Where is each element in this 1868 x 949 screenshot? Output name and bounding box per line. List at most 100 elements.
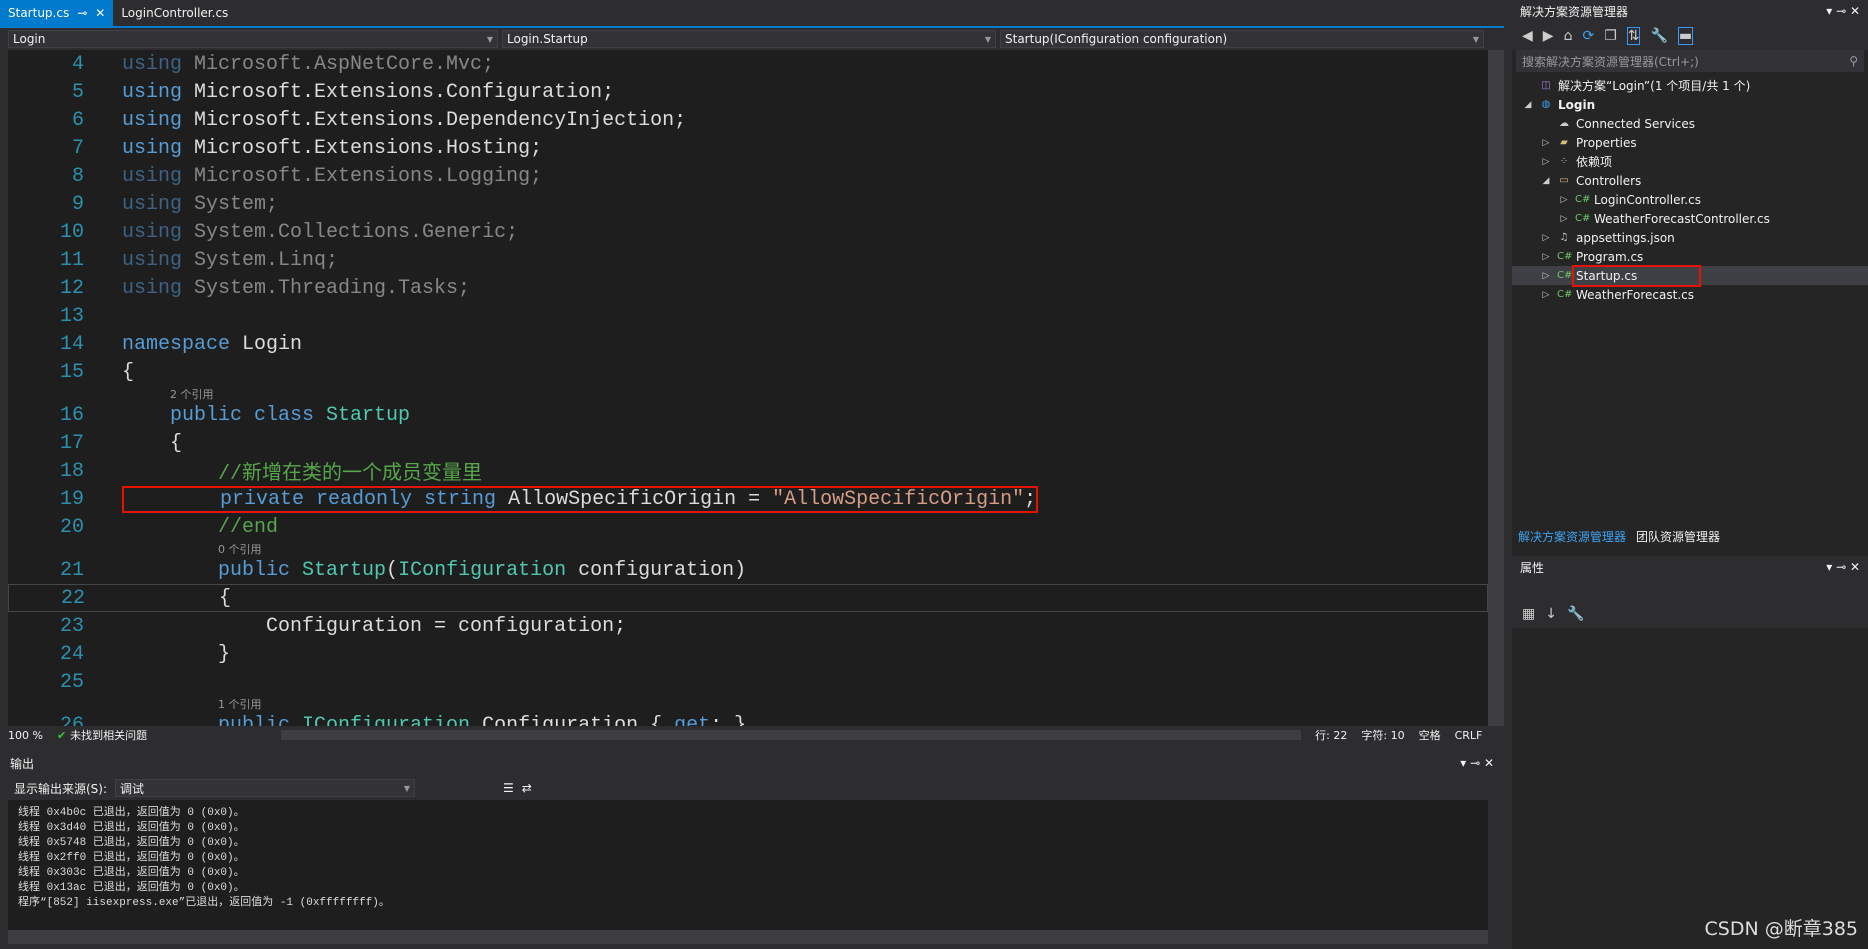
issues-status[interactable]: 未找到相关问题: [70, 727, 147, 743]
panel-tabs: 解决方案资源管理器 团队资源管理器: [1512, 526, 1868, 546]
collapse-all-icon[interactable]: ❐: [1604, 28, 1617, 44]
output-horizontal-scrollbar[interactable]: [8, 930, 1488, 944]
categorized-icon[interactable]: ▦: [1522, 606, 1535, 622]
tree-item[interactable]: ▷ ⁘ 依赖项: [1512, 152, 1868, 171]
navigation-bar: Login ▼ Login.Startup ▼ Startup(IConfigura…: [0, 28, 1504, 50]
expander-icon[interactable]: ◢: [1540, 176, 1552, 186]
member-dropdown[interactable]: Startup(IConfiguration configuration) ▼: [1000, 30, 1484, 48]
output-source-dropdown[interactable]: 调试 ▼: [115, 779, 416, 797]
expander-icon[interactable]: ▷: [1540, 138, 1552, 148]
tree-item[interactable]: ▷ C# WeatherForecastController.cs: [1512, 209, 1868, 228]
code-line: 7 using Microsoft.Extensions.Hosting;: [8, 134, 1488, 162]
expander-icon[interactable]: ▷: [1540, 271, 1552, 281]
expander-icon[interactable]: ▷: [1540, 290, 1552, 300]
line-number: 23: [59, 614, 84, 638]
code-token: //end: [122, 515, 279, 539]
close-icon[interactable]: ▾ ⊸ ✕: [1826, 4, 1860, 18]
tree-item[interactable]: ◢ ◍ Login: [1512, 95, 1868, 114]
code-text: {: [122, 432, 182, 455]
solution-tree: ◫ 解决方案“Login”(1 个项目/共 1 个) ◢ ◍ Login ☁ Connect…: [1512, 72, 1868, 304]
solution-search-input[interactable]: 搜索解决方案资源管理器(Ctrl+;) ⚲: [1516, 50, 1864, 72]
codelens-link[interactable]: 1 个引用: [218, 696, 262, 712]
expander-icon[interactable]: ▷: [1558, 214, 1570, 224]
expander-icon[interactable]: ▷: [1540, 233, 1552, 243]
code-text: namespace Login: [122, 333, 302, 356]
tab-team-explorer[interactable]: 团队资源管理器: [1636, 528, 1720, 545]
close-icon[interactable]: ✕: [95, 6, 105, 20]
code-line: 12 using System.Threading.Tasks;: [8, 274, 1488, 302]
expander-icon[interactable]: ▷: [1558, 195, 1570, 205]
home-icon[interactable]: ⌂: [1564, 28, 1573, 44]
output-text[interactable]: 线程 0x4b0c 已退出，返回值为 0 (0x0)。 线程 0x3d40 已退出…: [8, 800, 1488, 930]
code-text: {: [123, 587, 231, 610]
line-number: 11: [59, 248, 84, 272]
watermark: CSDN @断章385: [1704, 918, 1858, 940]
output-line: 线程 0x303c 已退出，返回值为 0 (0x0)。: [18, 867, 245, 879]
close-icon[interactable]: ▾ ⊸ ✕: [1826, 560, 1860, 574]
properties-dropdown[interactable]: [1512, 578, 1868, 600]
code-text: using System.Collections.Generic;: [122, 221, 518, 244]
codelens-references: 0 个引用: [8, 541, 1488, 556]
solution-explorer-toolbar: ◀ ▶ ⌂ ⟳ ❐ ⇅ 🔧 ▬: [1512, 22, 1868, 50]
output-line: 线程 0x4b0c 已退出，返回值为 0 (0x0)。: [18, 807, 245, 819]
indent-indicator: 空格: [1418, 729, 1441, 742]
code-text: using System.Linq;: [122, 249, 338, 272]
word-wrap-icon[interactable]: ⇄: [522, 781, 532, 795]
code-token: ; }: [710, 713, 747, 727]
code-text: //end: [122, 516, 278, 539]
editor-vertical-scrollbar[interactable]: [1488, 50, 1504, 726]
code-token: AllowSpecificOrigin =: [508, 487, 773, 511]
class-dropdown[interactable]: Login.Startup ▼: [502, 30, 996, 48]
code-editor[interactable]: 4 using Microsoft.AspNetCore.Mvc; 5 using M…: [8, 50, 1488, 726]
tab-startup-cs[interactable]: Startup.cs ⊸ ✕: [0, 0, 114, 26]
code-token: public class: [122, 403, 327, 427]
tree-item[interactable]: ▷ ▰ Properties: [1512, 133, 1868, 152]
clear-all-icon[interactable]: ☰: [503, 781, 514, 795]
line-number: 12: [59, 276, 84, 300]
code-line: 4 using Microsoft.AspNetCore.Mvc;: [8, 50, 1488, 78]
line-number: 14: [59, 332, 84, 356]
codelens-link[interactable]: 0 个引用: [218, 541, 262, 557]
tab-login-controller-cs[interactable]: LoginController.cs: [113, 0, 236, 26]
tree-item[interactable]: ▷ C# Startup.cs: [1512, 264, 1868, 287]
csharp-file-icon: C#: [1557, 251, 1573, 262]
connected-services-icon: ☁: [1559, 118, 1569, 129]
close-icon[interactable]: ▾ ⊸ ✕: [1460, 756, 1494, 770]
code-token: System.Threading.Tasks;: [194, 276, 471, 300]
sync-icon[interactable]: ⇅: [1626, 27, 1641, 45]
pin-icon[interactable]: ⊸: [77, 6, 87, 20]
code-line: 5 using Microsoft.Extensions.Configuratio…: [8, 78, 1488, 106]
line-indicator: 行: 22: [1315, 729, 1348, 742]
editor-horizontal-scrollbar[interactable]: [281, 730, 1302, 740]
refresh-icon[interactable]: ⟳: [1582, 28, 1594, 44]
property-pages-icon[interactable]: 🔧: [1567, 606, 1584, 622]
tree-item[interactable]: ◫ 解决方案“Login”(1 个项目/共 1 个): [1512, 76, 1868, 95]
codelens-link[interactable]: 2 个引用: [170, 386, 214, 402]
editor-status-bar: 100 % ✔ 未找到相关问题 行: 22 字符: 10 空格 CRLF: [0, 726, 1504, 744]
tab-solution-explorer[interactable]: 解决方案资源管理器: [1518, 528, 1626, 545]
tree-item[interactable]: ▷ C# Program.cs: [1512, 247, 1868, 266]
line-number: 8: [71, 164, 84, 188]
alphabetical-icon[interactable]: ↓: [1545, 606, 1557, 622]
tree-item[interactable]: ◢ ▭ Controllers: [1512, 171, 1868, 190]
expander-icon[interactable]: ▷: [1540, 252, 1552, 262]
expander-icon[interactable]: ▷: [1540, 157, 1552, 167]
forward-icon[interactable]: ▶: [1543, 28, 1554, 44]
dependencies-icon: ⁘: [1559, 156, 1569, 167]
code-token: using: [122, 80, 195, 104]
expander-icon[interactable]: ◢: [1522, 100, 1534, 110]
csharp-file-icon: C#: [1575, 194, 1591, 205]
tree-item[interactable]: ▷ C# LoginController.cs: [1512, 190, 1868, 209]
code-token: public: [122, 713, 303, 727]
back-icon[interactable]: ◀: [1522, 28, 1533, 44]
code-token: Microsoft.Extensions.Logging;: [194, 164, 543, 188]
codelens-references: 2 个引用: [8, 386, 1488, 401]
zoom-level[interactable]: 100 %: [8, 729, 43, 742]
tree-item[interactable]: ▷ ♫ appsettings.json: [1512, 228, 1868, 247]
properties-panel: 属性 ▾ ⊸ ✕ ▦ ↓ 🔧: [1512, 556, 1868, 628]
tree-item[interactable]: ▷ C# WeatherForecast.cs: [1512, 285, 1868, 304]
tree-item[interactable]: ☁ Connected Services: [1512, 114, 1868, 133]
wrench-icon[interactable]: 🔧: [1650, 28, 1667, 44]
project-dropdown[interactable]: Login ▼: [8, 30, 498, 48]
preview-icon[interactable]: ▬: [1677, 27, 1694, 45]
